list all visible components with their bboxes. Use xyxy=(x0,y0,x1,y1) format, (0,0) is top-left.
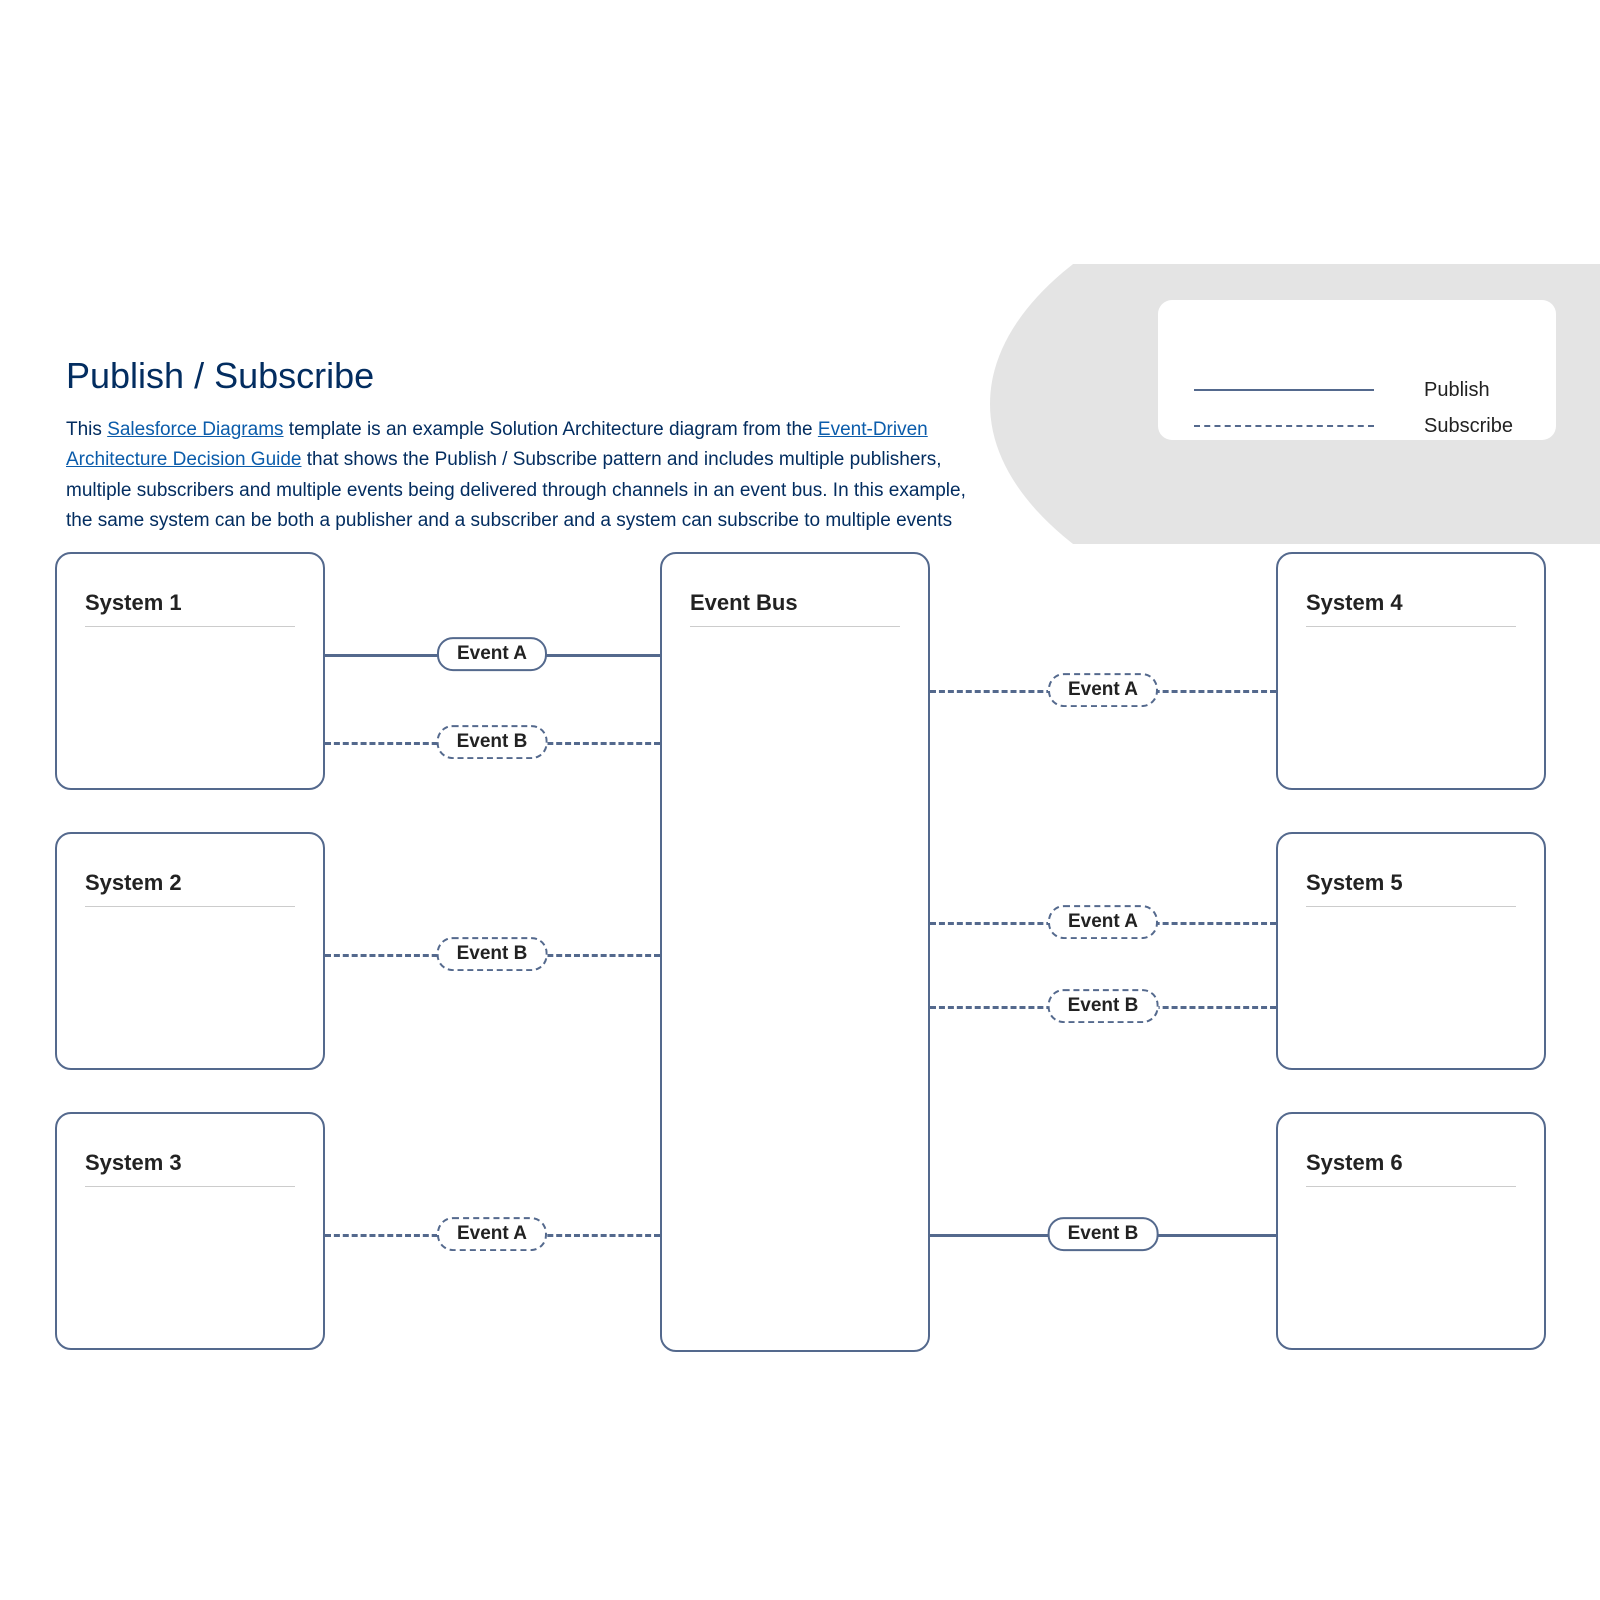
edge-label-s5-subscribe-a[interactable]: Event A xyxy=(1048,905,1158,939)
legend-row-subscribe: Subscribe xyxy=(1194,414,1513,438)
edge-label-s5-subscribe-b[interactable]: Event B xyxy=(1048,989,1159,1023)
header-block: Publish / Subscribe This Salesforce Diag… xyxy=(66,355,986,537)
legend-label-publish: Publish xyxy=(1424,379,1490,402)
edge-label-s3-subscribe[interactable]: Event A xyxy=(437,1217,547,1251)
edge-label-s2-subscribe[interactable]: Event B xyxy=(437,937,548,971)
legend-line-dashed xyxy=(1194,425,1374,427)
diagram-canvas: Publish / Subscribe This Salesforce Diag… xyxy=(0,0,1600,1600)
desc-text: This xyxy=(66,419,107,440)
node-label: System 1 xyxy=(85,590,295,627)
node-label: System 4 xyxy=(1306,590,1516,627)
desc-text: template is an example Solution Architec… xyxy=(284,419,818,440)
node-label: System 6 xyxy=(1306,1150,1516,1187)
node-event-bus[interactable]: Event Bus xyxy=(660,552,930,1352)
edge-label-s1-subscribe[interactable]: Event B xyxy=(437,725,548,759)
edge-label-s4-subscribe[interactable]: Event A xyxy=(1048,673,1158,707)
node-label: System 5 xyxy=(1306,870,1516,907)
diagram-description: This Salesforce Diagrams template is an … xyxy=(66,415,986,537)
link-salesforce-diagrams[interactable]: Salesforce Diagrams xyxy=(107,419,283,440)
node-label: Event Bus xyxy=(690,590,900,627)
node-system-1[interactable]: System 1 xyxy=(55,552,325,790)
node-system-4[interactable]: System 4 xyxy=(1276,552,1546,790)
node-system-5[interactable]: System 5 xyxy=(1276,832,1546,1070)
legend-row-publish: Publish xyxy=(1194,378,1490,402)
legend-line-solid xyxy=(1194,389,1374,391)
edge-label-s1-publish[interactable]: Event A xyxy=(437,637,547,671)
legend-label-subscribe: Subscribe xyxy=(1424,415,1513,438)
diagram-title: Publish / Subscribe xyxy=(66,355,986,397)
edge-label-s6-publish[interactable]: Event B xyxy=(1048,1217,1159,1251)
node-system-6[interactable]: System 6 xyxy=(1276,1112,1546,1350)
node-system-2[interactable]: System 2 xyxy=(55,832,325,1070)
node-system-3[interactable]: System 3 xyxy=(55,1112,325,1350)
node-label: System 3 xyxy=(85,1150,295,1187)
node-label: System 2 xyxy=(85,870,295,907)
